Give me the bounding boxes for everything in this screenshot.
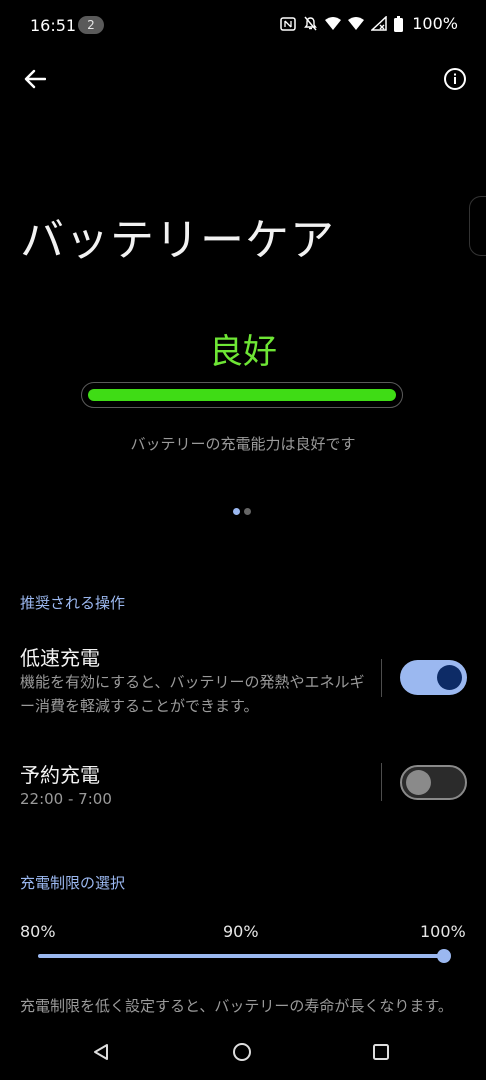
- charge-limit-section-header: 充電制限の選択: [20, 874, 126, 892]
- status-time: 16:51: [30, 16, 77, 35]
- nav-recents-button[interactable]: [366, 1040, 396, 1068]
- battery-health-bar: [81, 382, 403, 408]
- notification-count-badge: 2: [78, 16, 104, 34]
- toggle-thumb: [437, 665, 462, 690]
- wifi-icon: [348, 16, 365, 31]
- battery-percent: 100%: [412, 14, 458, 33]
- scheduled-charging-toggle[interactable]: [400, 765, 467, 800]
- back-button[interactable]: [20, 66, 50, 96]
- recommended-section-header: 推奨される操作: [20, 594, 126, 612]
- charge-limit-slider-track[interactable]: [38, 954, 444, 958]
- slow-charging-description: 機能を有効にすると、バッテリーの発熱やエネルギー消費を軽減することができます。: [20, 673, 365, 715]
- toggle-thumb: [406, 770, 431, 795]
- row-divider: [381, 659, 382, 697]
- mute-icon: [303, 16, 318, 31]
- battery-icon: [394, 15, 404, 32]
- charge-limit-slider-thumb[interactable]: [437, 949, 451, 963]
- scheduled-charging-title: 予約充電: [20, 763, 100, 787]
- nfc-icon: [280, 16, 296, 31]
- slider-label-80: 80%: [20, 922, 56, 941]
- info-icon: [443, 67, 467, 95]
- page-title: バッテリーケア: [20, 215, 335, 266]
- slider-label-90: 90%: [223, 922, 259, 941]
- row-divider: [381, 763, 382, 801]
- nav-back-icon: [92, 1043, 110, 1065]
- battery-health-bar-fill: [88, 389, 396, 401]
- pager-dot: [244, 508, 251, 515]
- edge-panel-handle[interactable]: [469, 196, 486, 256]
- scheduled-charging-time: 22:00 - 7:00: [20, 790, 112, 808]
- slow-charging-toggle[interactable]: [400, 660, 467, 695]
- slow-charging-title: 低速充電: [20, 646, 100, 670]
- pager-dot-active: [233, 508, 240, 515]
- nav-home-button[interactable]: [227, 1040, 257, 1068]
- status-icons: 100%: [280, 14, 458, 33]
- arrow-left-icon: [24, 69, 47, 93]
- battery-health-status: 良好: [209, 332, 277, 372]
- info-button[interactable]: [440, 66, 470, 96]
- battery-health-description: バッテリーの充電能力は良好です: [130, 435, 356, 453]
- nav-home-icon: [232, 1042, 252, 1066]
- nav-recents-icon: [372, 1043, 390, 1065]
- pager-indicator: [233, 508, 251, 515]
- signal-icon: [371, 16, 387, 31]
- wifi-icon: [325, 16, 342, 31]
- slider-label-100: 100%: [420, 922, 466, 941]
- nav-back-button[interactable]: [86, 1040, 116, 1068]
